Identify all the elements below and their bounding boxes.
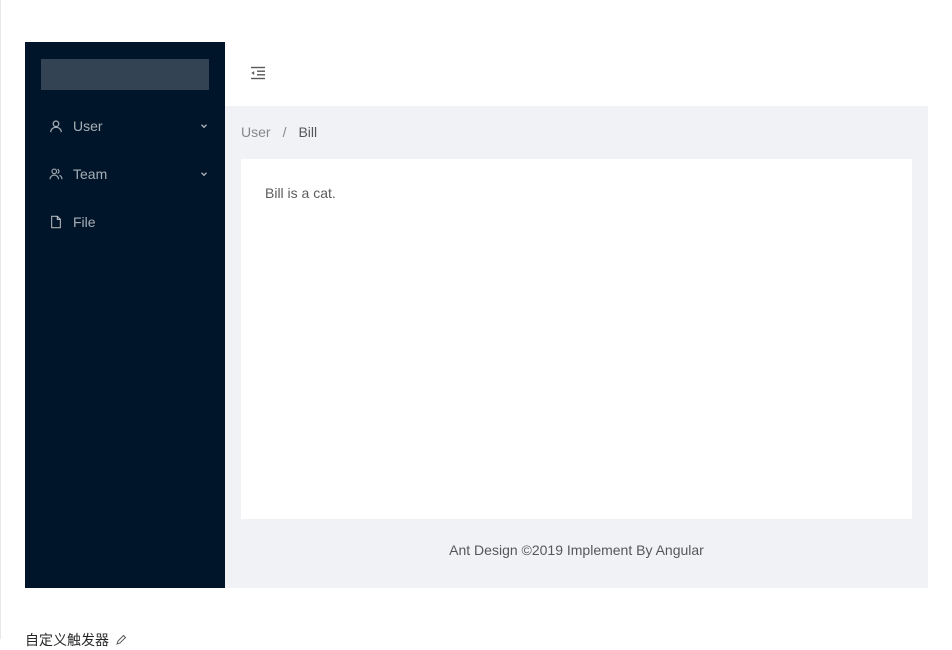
demo-title: 自定义触发器 bbox=[25, 630, 135, 650]
menu-item-file[interactable]: File bbox=[25, 202, 225, 242]
breadcrumb-item-user[interactable]: User bbox=[241, 124, 271, 140]
menu-item-user[interactable]: User bbox=[25, 106, 225, 146]
menu-item-label: Team bbox=[73, 166, 108, 182]
breadcrumb-separator: / bbox=[282, 124, 287, 140]
breadcrumb: User / Bill bbox=[241, 124, 317, 140]
content-text: Bill is a cat. bbox=[265, 185, 336, 201]
user-icon bbox=[49, 119, 63, 133]
menu-fold-icon[interactable] bbox=[249, 64, 267, 82]
content-panel: Bill is a cat. bbox=[241, 159, 912, 519]
chevron-down-icon bbox=[199, 169, 209, 179]
sider-menu: User Team File bbox=[25, 106, 225, 250]
sider: User Team File bbox=[25, 42, 225, 588]
breadcrumb-item-bill: Bill bbox=[298, 124, 318, 140]
file-icon bbox=[49, 215, 63, 229]
edit-icon[interactable] bbox=[115, 634, 127, 646]
menu-item-label: User bbox=[73, 118, 103, 134]
header bbox=[225, 42, 928, 106]
chevron-down-icon bbox=[199, 121, 209, 131]
menu-item-label: File bbox=[73, 214, 96, 230]
logo bbox=[41, 59, 209, 90]
team-icon bbox=[49, 167, 63, 181]
menu-item-team[interactable]: Team bbox=[25, 154, 225, 194]
demo-title-text: 自定义触发器 bbox=[25, 632, 109, 648]
layout: User Team File User / Bill Bill is a cat… bbox=[25, 42, 928, 588]
footer: Ant Design ©2019 Implement By Angular bbox=[449, 542, 704, 558]
main-area: User / Bill Bill is a cat. Ant Design ©2… bbox=[225, 42, 928, 588]
